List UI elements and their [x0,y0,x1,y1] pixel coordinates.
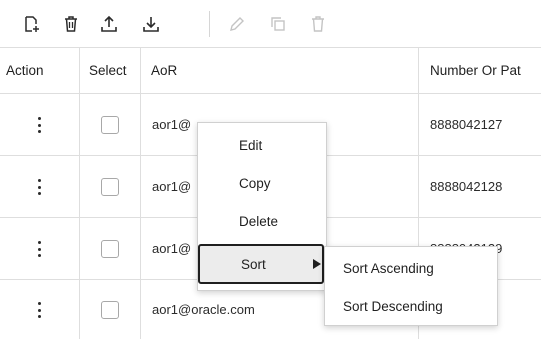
column-header-number[interactable]: Number Or Pat [430,47,541,93]
grid-line [140,47,141,339]
aor-cell: aor1@ [152,116,192,132]
upload-button[interactable] [98,13,120,35]
column-header-action[interactable]: Action [6,47,76,93]
submenu-arrow-icon [313,259,321,269]
duplicate-button[interactable] [267,13,289,35]
toolbar [0,0,541,47]
download-icon [143,17,159,32]
number-cell: 8888042127 [430,116,503,132]
edit-button[interactable] [226,13,248,35]
row-select-checkbox[interactable] [101,178,119,196]
row-action-kebab-icon[interactable] [36,302,42,318]
menu-item-sort-label: Sort [241,256,266,272]
delete-button[interactable] [307,13,329,35]
edit-icon [230,17,244,31]
column-header-select[interactable]: Select [89,47,139,93]
delete-icon [312,16,324,32]
delete-all-icon [65,16,77,32]
row-select-checkbox[interactable] [101,240,119,258]
context-menu: Edit Copy Delete Sort [197,122,327,291]
toolbar-separator [209,11,210,37]
number-cell: 8888042128 [430,178,503,194]
menu-item-sort-descending[interactable]: Sort Descending [325,287,497,325]
add-row-button[interactable] [20,13,42,35]
column-header-aor[interactable]: AoR [151,47,411,93]
menu-item-sort[interactable]: Sort [198,244,324,284]
grid-line [79,47,80,339]
duplicate-icon [271,17,285,31]
delete-all-button[interactable] [60,13,82,35]
row-action-kebab-icon[interactable] [36,179,42,195]
menu-item-delete[interactable]: Delete [198,202,326,240]
menu-item-sort-ascending[interactable]: Sort Ascending [325,249,497,287]
add-row-icon [25,16,39,32]
aor-cell: aor1@ [152,178,192,194]
upload-icon [101,15,117,32]
row-action-kebab-icon[interactable] [36,117,42,133]
aor-cell: aor1@ [152,240,192,256]
download-button[interactable] [140,13,162,35]
sort-submenu: Sort Ascending Sort Descending [324,246,498,326]
row-select-checkbox[interactable] [101,301,119,319]
menu-item-copy[interactable]: Copy [198,164,326,202]
row-select-checkbox[interactable] [101,116,119,134]
menu-item-edit[interactable]: Edit [198,126,326,164]
row-action-kebab-icon[interactable] [36,241,42,257]
